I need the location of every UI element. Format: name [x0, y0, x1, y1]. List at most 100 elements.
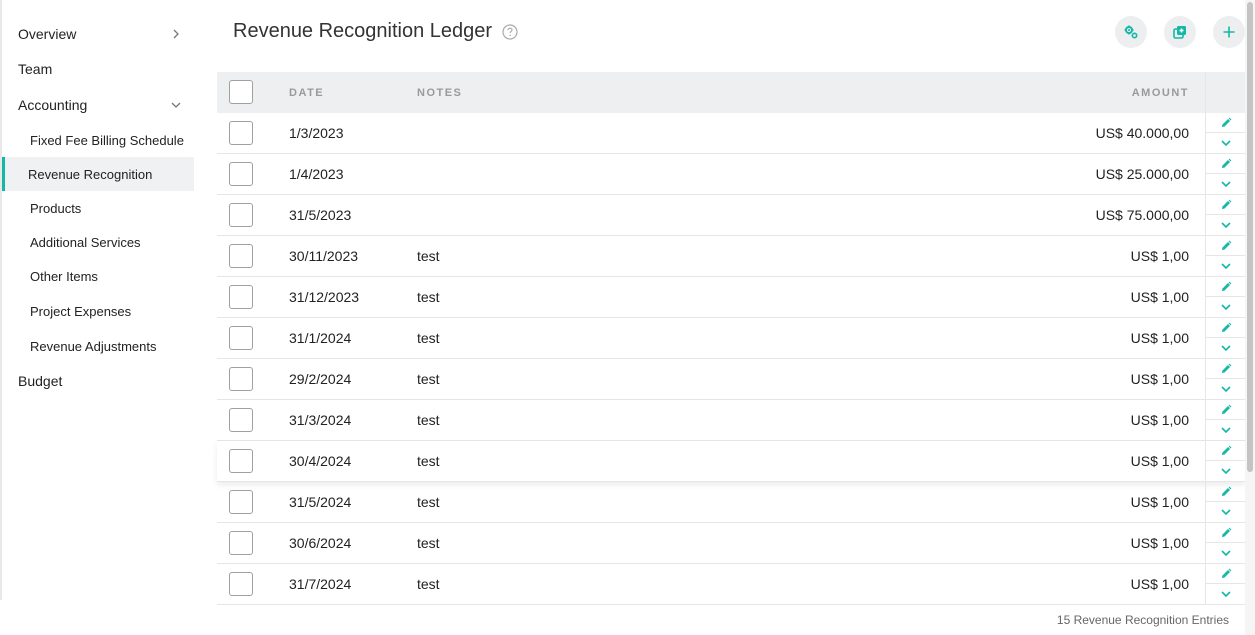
chevron-down-icon — [1221, 140, 1231, 147]
expand-button[interactable] — [1206, 174, 1246, 194]
sidebar-item-revenue-adjustments[interactable]: Revenue Adjustments — [4, 329, 194, 363]
expand-button[interactable] — [1206, 502, 1246, 522]
row-actions — [1205, 523, 1246, 564]
row-checkbox[interactable] — [229, 326, 253, 350]
expand-button[interactable] — [1206, 338, 1246, 358]
cell-date: 30/11/2023 — [289, 248, 359, 264]
edit-button[interactable] — [1206, 277, 1246, 297]
pencil-icon — [1222, 363, 1232, 373]
table-row[interactable]: 30/11/2023 test US$ 1,00 — [217, 236, 1246, 277]
edit-button[interactable] — [1206, 236, 1246, 256]
row-checkbox[interactable] — [229, 244, 253, 268]
table-row[interactable]: 30/4/2024 test US$ 1,00 — [217, 441, 1246, 482]
chevron-down-icon — [1221, 550, 1231, 557]
cell-amount: US$ 1,00 — [1130, 453, 1189, 469]
row-checkbox[interactable] — [229, 531, 253, 555]
duplicate-button[interactable] — [1164, 16, 1196, 48]
expand-button[interactable] — [1206, 256, 1246, 276]
sidebar-item-additional-services[interactable]: Additional Services — [4, 225, 194, 259]
sidebar-item-label: Revenue Adjustments — [30, 338, 157, 354]
edit-button[interactable] — [1206, 482, 1246, 502]
chevron-down-icon — [1221, 263, 1231, 270]
edit-button[interactable] — [1206, 359, 1246, 379]
row-checkbox[interactable] — [229, 490, 253, 514]
expand-button[interactable] — [1206, 461, 1246, 481]
expand-button[interactable] — [1206, 297, 1246, 317]
edit-button[interactable] — [1206, 154, 1246, 174]
settings-button[interactable] — [1115, 16, 1147, 48]
cell-date: 30/4/2024 — [289, 453, 352, 469]
expand-button[interactable] — [1206, 543, 1246, 563]
cell-amount: US$ 1,00 — [1130, 289, 1189, 305]
entries-count: 15 Revenue Recognition Entries — [1056, 613, 1229, 627]
sidebar-item-team[interactable]: Team — [4, 51, 194, 86]
cell-date: 30/6/2024 — [289, 535, 352, 551]
cell-date: 31/5/2024 — [289, 494, 352, 510]
row-checkbox[interactable] — [229, 121, 253, 145]
chevron-right-icon — [173, 29, 179, 38]
row-checkbox[interactable] — [229, 203, 253, 227]
sidebar-item-revenue-recognition[interactable]: Revenue Recognition — [2, 157, 194, 191]
column-header-date[interactable]: DATE — [289, 87, 324, 99]
row-checkbox[interactable] — [229, 572, 253, 596]
sidebar-item-accounting[interactable]: Accounting — [4, 87, 194, 122]
cell-notes: test — [417, 453, 440, 469]
edit-button[interactable] — [1206, 400, 1246, 420]
expand-button[interactable] — [1206, 584, 1246, 604]
row-checkbox[interactable] — [229, 162, 253, 186]
cell-amount: US$ 1,00 — [1130, 576, 1189, 592]
select-all-checkbox[interactable] — [229, 80, 253, 104]
table-row[interactable]: 31/7/2024 test US$ 1,00 — [217, 564, 1246, 605]
sidebar-item-overview[interactable]: Overview — [4, 16, 194, 51]
cell-notes: test — [417, 330, 440, 346]
question-circle-icon[interactable] — [502, 23, 518, 40]
sidebar-item-label: Team — [18, 60, 53, 77]
expand-button[interactable] — [1206, 379, 1246, 399]
table-row[interactable]: 1/3/2023 US$ 40.000,00 — [217, 113, 1246, 154]
edit-button[interactable] — [1206, 318, 1246, 338]
table-row[interactable]: 1/4/2023 US$ 25.000,00 — [217, 154, 1246, 195]
table-row[interactable]: 31/3/2024 test US$ 1,00 — [217, 400, 1246, 441]
edit-button[interactable] — [1206, 523, 1246, 543]
edit-button[interactable] — [1206, 564, 1246, 584]
sidebar-item-label: Fixed Fee Billing Schedule — [30, 132, 184, 148]
cell-amount: US$ 25.000,00 — [1095, 166, 1189, 182]
table-row[interactable]: 31/12/2023 test US$ 1,00 — [217, 277, 1246, 318]
expand-button[interactable] — [1206, 133, 1246, 153]
cell-notes: test — [417, 494, 440, 510]
cell-amount: US$ 1,00 — [1130, 412, 1189, 428]
row-checkbox[interactable] — [229, 408, 253, 432]
table-row[interactable]: 31/5/2024 test US$ 1,00 — [217, 482, 1246, 523]
expand-button[interactable] — [1206, 420, 1246, 440]
table-row[interactable]: 31/1/2024 test US$ 1,00 — [217, 318, 1246, 359]
scrollbar[interactable] — [1245, 0, 1255, 635]
table-row[interactable]: 31/5/2023 US$ 75.000,00 — [217, 195, 1246, 236]
table-row[interactable]: 30/6/2024 test US$ 1,00 — [217, 523, 1246, 564]
sidebar-item-fixed-fee-billing-schedule[interactable]: Fixed Fee Billing Schedule — [4, 123, 194, 157]
row-checkbox[interactable] — [229, 449, 253, 473]
edit-button[interactable] — [1206, 441, 1246, 461]
column-header-notes[interactable]: NOTES — [417, 87, 462, 99]
sidebar-item-project-expenses[interactable]: Project Expenses — [4, 294, 194, 328]
duplicate-icon — [1173, 26, 1186, 39]
scrollbar-thumb[interactable] — [1247, 2, 1253, 472]
row-actions — [1205, 236, 1246, 277]
cell-date: 31/7/2024 — [289, 576, 352, 592]
chevron-down-icon — [1221, 386, 1231, 393]
pencil-icon — [1222, 117, 1232, 127]
chevron-down-icon — [1221, 509, 1231, 516]
sidebar-item-other-items[interactable]: Other Items — [4, 259, 194, 293]
row-checkbox[interactable] — [229, 367, 253, 391]
expand-button[interactable] — [1206, 215, 1246, 235]
row-checkbox[interactable] — [229, 285, 253, 309]
edit-button[interactable] — [1206, 195, 1246, 215]
column-header-amount[interactable]: AMOUNT — [1132, 87, 1189, 99]
table-row[interactable]: 29/2/2024 test US$ 1,00 — [217, 359, 1246, 400]
chevron-down-icon — [171, 102, 181, 108]
sidebar-item-budget[interactable]: Budget — [4, 363, 194, 398]
add-button[interactable] — [1213, 16, 1245, 48]
cell-amount: US$ 1,00 — [1130, 494, 1189, 510]
edit-button[interactable] — [1206, 113, 1246, 133]
sidebar-item-products[interactable]: Products — [4, 191, 194, 225]
row-actions — [1205, 277, 1246, 318]
